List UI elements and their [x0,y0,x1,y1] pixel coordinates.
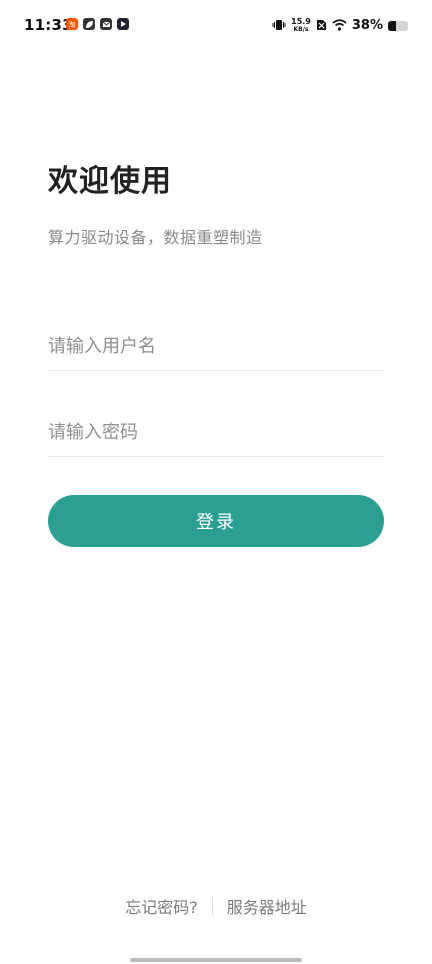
leaf-icon [83,18,95,30]
net-speed-unit: KB/s [293,25,309,33]
play-icon [117,18,129,30]
svg-text:淘: 淘 [69,20,76,28]
password-field-container [48,412,384,457]
taobao-icon: 淘 [66,18,78,30]
home-indicator[interactable] [130,958,302,962]
net-speed-value: 15.9 [291,16,311,26]
username-input[interactable] [48,326,384,366]
username-field-container [48,326,384,371]
footer-links: 忘记密码? 服务器地址 [0,894,432,918]
status-right: 15.9 KB/s 38% [272,16,408,35]
footer-divider [211,897,213,915]
page-title: 欢迎使用 [48,164,172,199]
status-bar: 11:33 淘 15.9 KB/s 38% [0,0,432,50]
battery-icon [388,20,408,31]
vibrate-icon [272,16,286,35]
forgot-password-link[interactable]: 忘记密码? [115,894,208,918]
wifi-icon [332,16,347,35]
battery-level-fill [388,20,396,31]
net-speed: 15.9 KB/s [291,16,311,34]
notification-icons: 淘 [66,18,129,30]
mail-icon [100,18,112,30]
login-button[interactable]: 登录 [48,495,384,547]
password-input[interactable] [48,412,384,452]
no-sim-icon [316,16,327,35]
battery-percent: 38% [351,18,383,33]
server-address-link[interactable]: 服务器地址 [217,894,317,918]
page-subtitle: 算力驱动设备，数据重塑制造 [48,228,263,247]
